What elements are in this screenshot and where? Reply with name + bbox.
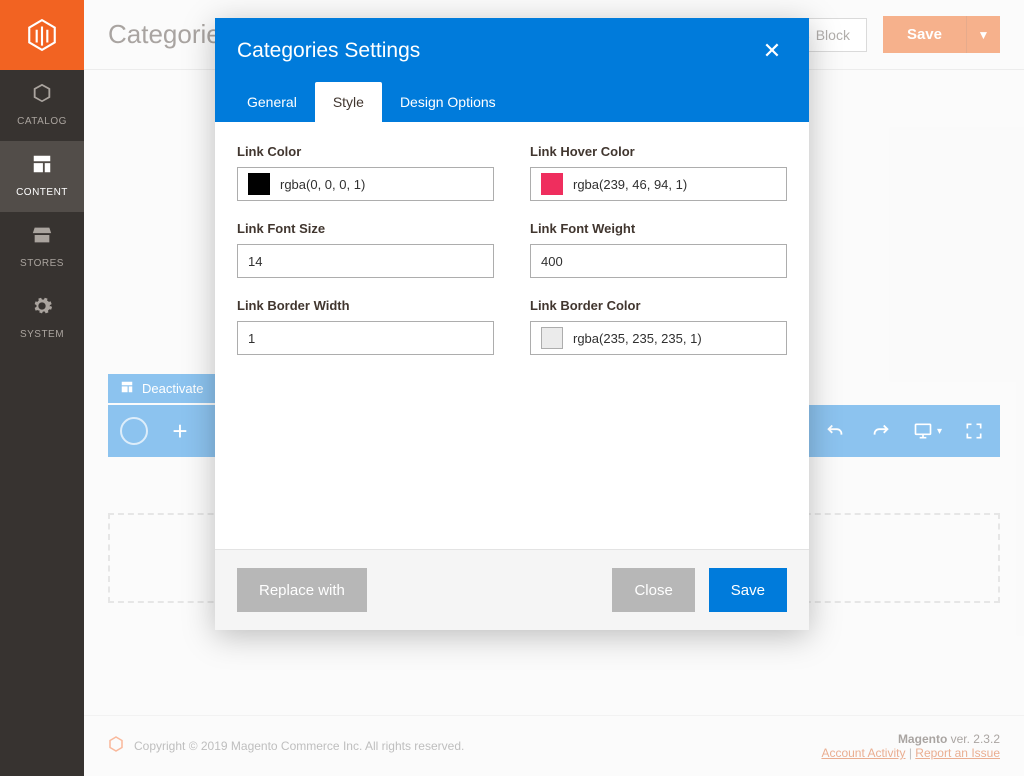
sidebar-item-label: CATALOG — [0, 116, 84, 127]
field-label: Link Color — [237, 144, 494, 159]
link-border-width-value[interactable] — [248, 331, 483, 346]
field-label: Link Font Weight — [530, 221, 787, 236]
gear-icon — [0, 295, 84, 323]
color-input[interactable] — [530, 321, 787, 355]
tab-general[interactable]: General — [229, 82, 315, 122]
field-link-font-size: Link Font Size — [237, 221, 494, 278]
modal-title: Categories Settings — [237, 39, 757, 63]
cube-icon — [0, 82, 84, 110]
color-input[interactable] — [530, 167, 787, 201]
link-color-value[interactable] — [280, 177, 483, 192]
text-input[interactable] — [237, 321, 494, 355]
tab-design-options[interactable]: Design Options — [382, 82, 514, 122]
replace-with-button[interactable]: Replace with — [237, 568, 367, 612]
sidebar-item-content[interactable]: CONTENT — [0, 141, 84, 212]
store-icon — [0, 224, 84, 252]
sidebar-item-catalog[interactable]: CATALOG — [0, 70, 84, 141]
close-icon[interactable]: ✕ — [757, 36, 787, 66]
tab-style[interactable]: Style — [315, 82, 382, 122]
link-font-weight-value[interactable] — [541, 254, 776, 269]
field-link-border-width: Link Border Width — [237, 298, 494, 355]
close-button[interactable]: Close — [612, 568, 694, 612]
color-swatch[interactable] — [541, 173, 563, 195]
field-link-font-weight: Link Font Weight — [530, 221, 787, 278]
field-label: Link Border Color — [530, 298, 787, 313]
modal-tabs: General Style Design Options — [215, 70, 809, 122]
magento-logo[interactable] — [0, 0, 84, 70]
admin-sidebar: CATALOG CONTENT STORES SYSTEM — [0, 0, 84, 776]
field-link-border-color: Link Border Color — [530, 298, 787, 355]
sidebar-item-stores[interactable]: STORES — [0, 212, 84, 283]
sidebar-item-label: SYSTEM — [0, 329, 84, 340]
field-link-hover-color: Link Hover Color — [530, 144, 787, 201]
modal-body: Link Color Link Hover Color Link Font Si… — [215, 122, 809, 549]
color-swatch[interactable] — [248, 173, 270, 195]
color-input[interactable] — [237, 167, 494, 201]
text-input[interactable] — [530, 244, 787, 278]
sidebar-item-label: CONTENT — [0, 187, 84, 198]
field-link-color: Link Color — [237, 144, 494, 201]
field-label: Link Border Width — [237, 298, 494, 313]
link-border-color-value[interactable] — [573, 331, 776, 346]
text-input[interactable] — [237, 244, 494, 278]
sidebar-item-system[interactable]: SYSTEM — [0, 283, 84, 354]
magento-logo-icon — [25, 18, 59, 52]
link-hover-color-value[interactable] — [573, 177, 776, 192]
modal-footer: Replace with Close Save — [215, 549, 809, 630]
categories-settings-modal: Categories Settings ✕ General Style Desi… — [215, 18, 809, 630]
color-swatch[interactable] — [541, 327, 563, 349]
modal-header: Categories Settings ✕ General Style Desi… — [215, 18, 809, 122]
field-label: Link Hover Color — [530, 144, 787, 159]
sidebar-item-label: STORES — [0, 258, 84, 269]
save-button[interactable]: Save — [709, 568, 787, 612]
layout-icon — [0, 153, 84, 181]
link-font-size-value[interactable] — [248, 254, 483, 269]
field-label: Link Font Size — [237, 221, 494, 236]
